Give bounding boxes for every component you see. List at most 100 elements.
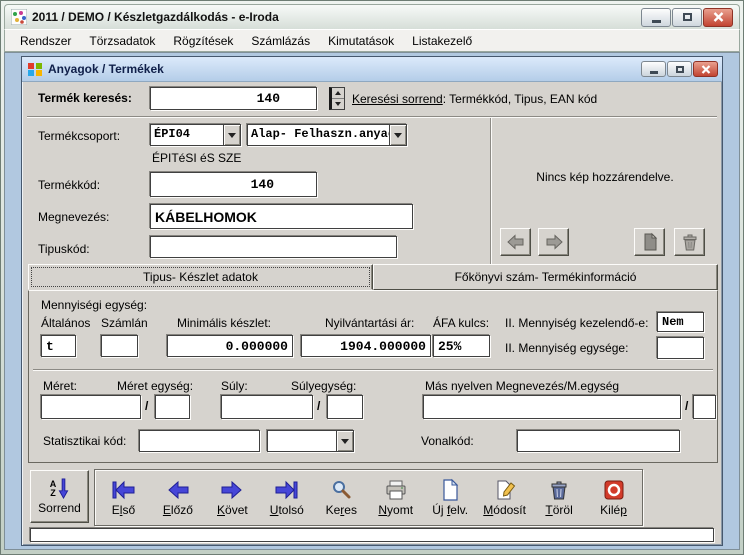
menu-bar: Rendszer Törzsadatok Rögzítések Számlázá… — [4, 29, 740, 52]
modify-button[interactable]: Módosít — [479, 478, 531, 517]
sort-button[interactable]: AZ Sorrend — [30, 470, 89, 523]
label-post: lőző — [171, 503, 193, 517]
product-search-label: Termék keresés: — [38, 91, 132, 105]
spinner-down-icon — [335, 102, 341, 106]
qty2-unit-input[interactable] — [657, 337, 704, 359]
next-button[interactable]: Követ — [206, 478, 258, 517]
label-key: K — [217, 503, 225, 517]
stat-code-label: Statisztikai kód: — [43, 434, 126, 448]
window-controls — [641, 8, 733, 27]
print-button[interactable]: Nyomt — [370, 478, 422, 517]
tab-tipus-keszlet[interactable]: Tipus- Készlet adatok — [28, 264, 373, 290]
menu-rendszer[interactable]: Rendszer — [11, 31, 80, 51]
menu-rogzitesek[interactable]: Rögzítések — [164, 31, 242, 51]
product-name-input[interactable] — [150, 204, 413, 229]
new-record-icon — [438, 478, 462, 502]
panel-divider — [490, 118, 492, 264]
spinner-down[interactable] — [332, 99, 344, 109]
attach-image-button[interactable] — [634, 228, 665, 256]
previous-icon — [166, 478, 190, 502]
product-search-input[interactable] — [150, 87, 317, 110]
label-post: övet — [225, 503, 248, 517]
dialog-restore-icon — [676, 66, 684, 73]
new-record-label: Új felv. — [432, 503, 468, 517]
label-post: tolsó — [278, 503, 303, 517]
product-group-name-dropdown-button[interactable] — [389, 125, 406, 145]
dialog-body: Termék keresés: Keresési sorrend: Termék… — [22, 82, 722, 544]
dialog-titlebar: Anyagok / Termékek — [22, 57, 722, 82]
label-pre: Ke — [326, 503, 341, 517]
size-input[interactable] — [41, 395, 141, 419]
min-stock-label: Minimális készlet: — [177, 316, 271, 330]
search-label: Keres — [326, 503, 357, 517]
label-key: p — [620, 503, 627, 517]
min-stock-input[interactable] — [167, 335, 293, 357]
maximize-button[interactable] — [672, 8, 702, 27]
menu-kimutatasok[interactable]: Kimutatások — [319, 31, 403, 51]
product-group-name-select[interactable]: Alap- Felhaszn.anyag — [247, 124, 407, 146]
print-label: Nyomt — [378, 503, 413, 517]
section-separator — [33, 369, 713, 371]
stat-unit-dropdown-button[interactable] — [336, 431, 353, 451]
product-code-input[interactable] — [150, 172, 317, 197]
menu-szamlazas[interactable]: Számlázás — [242, 31, 319, 51]
other-lang-unit-input[interactable] — [693, 395, 716, 419]
dialog-restore-button[interactable] — [667, 61, 692, 77]
stat-unit-select[interactable] — [267, 430, 354, 452]
app-title: 2011 / DEMO / Készletgazdálkodás - e-Iro… — [32, 10, 636, 24]
product-group-label: Termékcsoport: — [38, 129, 120, 143]
menu-torzsadatok[interactable]: Törzsadatok — [80, 31, 164, 51]
previous-label: Előző — [163, 503, 193, 517]
barcode-input[interactable] — [517, 430, 680, 452]
search-order-hint-link: Keresési sorrend — [352, 92, 443, 106]
delete-button[interactable]: Töröl — [533, 478, 585, 517]
last-button[interactable]: Utolsó — [261, 478, 313, 517]
vat-input[interactable] — [433, 335, 490, 357]
exit-label: Kilép — [600, 503, 627, 517]
label-key: E — [163, 503, 171, 517]
label-post: es — [344, 503, 357, 517]
general-unit-input[interactable] — [41, 335, 76, 357]
product-group-code-dropdown-button[interactable] — [223, 125, 240, 145]
search-button[interactable]: Keres — [315, 478, 367, 517]
dialog-close-button[interactable] — [693, 61, 718, 77]
invoice-unit-input[interactable] — [101, 335, 138, 357]
weight-unit-input[interactable] — [327, 395, 363, 419]
other-lang-input[interactable] — [423, 395, 681, 419]
tab-fokonyvi-szam[interactable]: Főkönyvi szám- Termékinformáció — [373, 264, 718, 290]
new-record-button[interactable]: Új felv. — [424, 478, 476, 517]
product-group-code-select[interactable]: ÉPI04 — [150, 124, 241, 146]
exit-button[interactable]: Kilép — [588, 478, 640, 517]
next-image-button[interactable] — [538, 228, 569, 256]
qty2-handle-input[interactable] — [657, 312, 704, 332]
dialog-close-icon — [701, 65, 711, 74]
label-post: yomt — [387, 503, 413, 517]
size-unit-input[interactable] — [155, 395, 190, 419]
product-name-label: Megnevezés: — [38, 210, 109, 224]
other-lang-separator: / — [685, 399, 688, 413]
weight-input[interactable] — [221, 395, 313, 419]
maximize-icon — [683, 13, 692, 21]
previous-button[interactable]: Előző — [152, 478, 204, 517]
spinner-up-icon — [335, 91, 341, 95]
prev-image-button[interactable] — [500, 228, 531, 256]
delete-image-button[interactable] — [674, 228, 705, 256]
chevron-down-icon — [394, 133, 402, 138]
label-key: T — [545, 503, 552, 517]
dialog-minimize-button[interactable] — [641, 61, 666, 77]
minimize-button[interactable] — [641, 8, 671, 27]
size-unit-label: Méret egység: — [117, 379, 193, 393]
label-post: ódosít — [493, 503, 526, 517]
record-price-input[interactable] — [301, 335, 431, 357]
status-field[interactable] — [30, 528, 714, 542]
first-button[interactable]: Első — [97, 478, 149, 517]
stat-code-input[interactable] — [139, 430, 260, 452]
label-pre: Új — [432, 503, 447, 517]
dialog-icon — [28, 62, 43, 77]
search-order-spinner[interactable] — [329, 87, 345, 110]
type-code-input[interactable] — [150, 236, 397, 258]
label-pre: Kilé — [600, 503, 620, 517]
menu-listakezelo[interactable]: Listakezelő — [403, 31, 481, 51]
close-button[interactable] — [703, 8, 733, 27]
spinner-up[interactable] — [332, 88, 344, 99]
